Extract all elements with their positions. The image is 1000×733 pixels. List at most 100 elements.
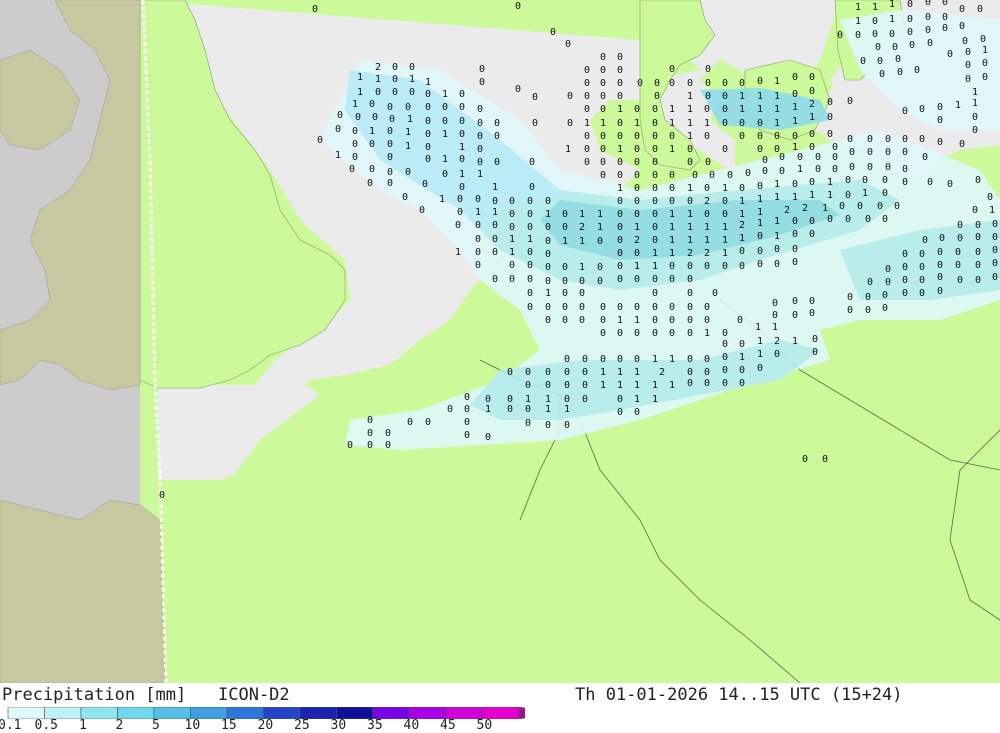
- precip-value-label: 0: [812, 334, 818, 345]
- precip-value-label: 0: [492, 274, 498, 285]
- precip-value-label: 0: [562, 288, 568, 299]
- precip-value-label: 0: [809, 86, 815, 97]
- precip-value-label: 0: [387, 139, 393, 150]
- precip-value-label: 0: [885, 277, 891, 288]
- precip-value-label: 1: [687, 104, 693, 115]
- precip-value-label: 0: [942, 0, 948, 8]
- color-scale-tick: 25: [294, 718, 310, 733]
- precip-value-label: 0: [965, 47, 971, 58]
- precip-value-label: 0: [867, 134, 873, 145]
- precip-value-label: 0: [914, 65, 920, 76]
- precip-value-label: 0: [545, 302, 551, 313]
- precip-value-label: 0: [867, 147, 873, 158]
- precip-value-label: 2: [659, 367, 665, 378]
- precip-value-label: 0: [579, 276, 585, 287]
- precip-value-label: 0: [582, 354, 588, 365]
- precip-value-label: 1: [562, 236, 568, 247]
- precip-value-label: 0: [847, 96, 853, 107]
- precip-value-label: 0: [919, 134, 925, 145]
- precip-value-label: 0: [687, 288, 693, 299]
- precip-value-label: 1: [822, 203, 828, 214]
- precip-value-label: 1: [442, 129, 448, 140]
- precip-value-label: 0: [405, 167, 411, 178]
- precip-value-label: 0: [457, 194, 463, 205]
- precip-value-label: 1: [955, 100, 961, 111]
- precip-value-label: 0: [774, 244, 780, 255]
- precip-value-label: 1: [889, 14, 895, 25]
- precip-value-label: 0: [792, 131, 798, 142]
- precip-value-label: 0: [617, 209, 623, 220]
- precip-value-label: 0: [687, 261, 693, 272]
- precip-value-label: 1: [739, 196, 745, 207]
- precip-value-label: 0: [975, 232, 981, 243]
- precip-value-label: 0: [959, 139, 965, 150]
- precip-value-label: 1: [774, 91, 780, 102]
- precip-value-label: 1: [565, 144, 571, 155]
- precip-value-label: 0: [975, 220, 981, 231]
- precip-value-label: 0: [425, 142, 431, 153]
- precip-value-label: 0: [919, 288, 925, 299]
- precip-value-label: 0: [897, 67, 903, 78]
- precip-value-label: 0: [705, 78, 711, 89]
- precip-value-label: 0: [507, 367, 513, 378]
- precip-value-label: 1: [407, 114, 413, 125]
- precip-value-label: 0: [975, 275, 981, 286]
- precip-value-label: 1: [579, 236, 585, 247]
- precip-value-label: 0: [459, 116, 465, 127]
- precip-value-label: 1: [704, 222, 710, 233]
- precip-value-label: 0: [704, 378, 710, 389]
- precip-value-label: 0: [600, 170, 606, 181]
- precip-value-label: 0: [464, 392, 470, 403]
- precip-value-label: 0: [600, 328, 606, 339]
- precip-value-label: 1: [597, 222, 603, 233]
- precip-value-label: 0: [739, 78, 745, 89]
- precip-value-label: 0: [617, 222, 623, 233]
- precip-value-label: 1: [972, 98, 978, 109]
- precip-value-label: 0: [545, 380, 551, 391]
- precip-value-label: 0: [925, 0, 931, 8]
- color-scale-tick: 45: [440, 718, 456, 733]
- precip-value-label: 0: [959, 21, 965, 32]
- precip-value-label: 0: [532, 92, 538, 103]
- precip-value-label: 0: [477, 144, 483, 155]
- precip-value-label: 0: [652, 328, 658, 339]
- precip-value-label: 0: [975, 175, 981, 186]
- precip-value-label: 0: [877, 201, 883, 212]
- precip-value-label: 0: [579, 302, 585, 313]
- precip-value-label: 0: [687, 367, 693, 378]
- precip-value-label: 1: [617, 315, 623, 326]
- outside-domain-france: [0, 499, 166, 683]
- precip-value-label: 0: [955, 247, 961, 258]
- precip-value-label: 1: [617, 183, 623, 194]
- precip-value-label: 1: [564, 404, 570, 415]
- precip-value-label: 1: [357, 87, 363, 98]
- precip-value-label: 1: [527, 234, 533, 245]
- precip-value-label: 1: [739, 233, 745, 244]
- precip-value-label: 0: [977, 4, 983, 15]
- precip-value-label: 0: [722, 118, 728, 129]
- precip-value-label: 0: [457, 207, 463, 218]
- precip-value-label: 0: [652, 196, 658, 207]
- precip-value-label: 0: [337, 110, 343, 121]
- precip-value-label: 1: [652, 248, 658, 259]
- precip-value-label: 0: [902, 275, 908, 286]
- precip-value-label: 0: [527, 302, 533, 313]
- precip-value-label: 0: [779, 166, 785, 177]
- precip-value-label: 0: [562, 302, 568, 313]
- precip-value-label: 0: [392, 87, 398, 98]
- precip-value-label: 0: [652, 315, 658, 326]
- precip-value-label: 0: [652, 144, 658, 155]
- precip-value-label: 0: [385, 428, 391, 439]
- precip-value-label: 0: [617, 302, 623, 313]
- precip-value-label: 0: [972, 125, 978, 136]
- precip-value-label: 1: [492, 207, 498, 218]
- precip-value-label: 0: [992, 232, 998, 243]
- precip-value-label: 0: [527, 222, 533, 233]
- precip-value-label: 0: [464, 404, 470, 415]
- precip-value-label: 0: [527, 247, 533, 258]
- precip-value-label: 1: [774, 118, 780, 129]
- precip-value-label: 1: [774, 76, 780, 87]
- precip-value-label: 0: [349, 164, 355, 175]
- precip-value-label: 1: [739, 209, 745, 220]
- precip-value-label: 1: [792, 102, 798, 113]
